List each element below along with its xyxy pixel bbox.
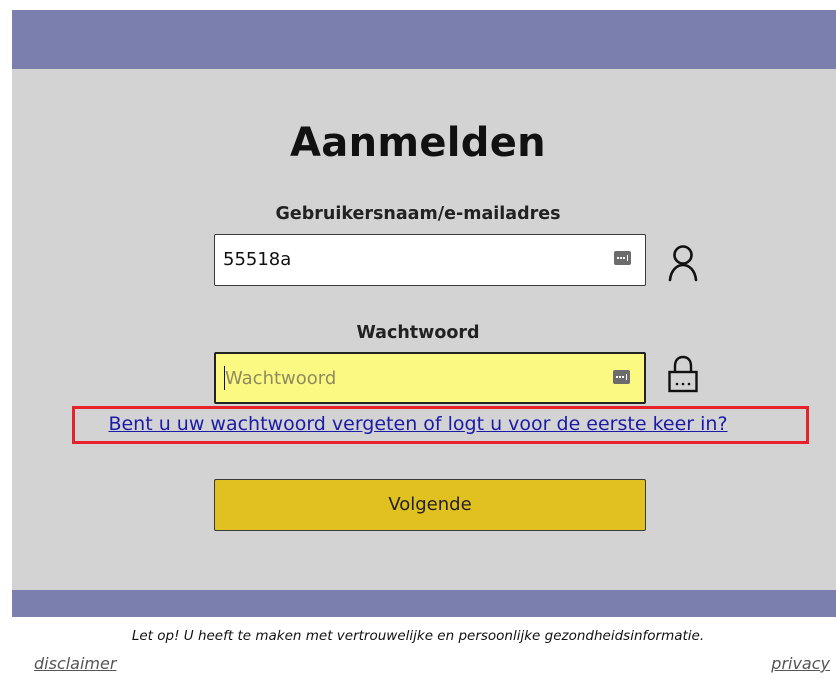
- username-label: Gebruikersnaam/e-mailadres: [275, 204, 561, 224]
- password-manager-icon[interactable]: [613, 370, 630, 384]
- privacy-link[interactable]: privacy: [771, 654, 830, 673]
- next-button[interactable]: Volgende: [214, 479, 646, 531]
- text-cursor: [224, 366, 225, 390]
- user-icon: [668, 245, 698, 282]
- password-manager-icon[interactable]: [614, 251, 631, 265]
- username-value: 55518a: [223, 249, 292, 270]
- lock-icon: [668, 355, 698, 393]
- password-label: Wachtwoord: [356, 323, 480, 343]
- disclaimer-link[interactable]: disclaimer: [34, 654, 116, 673]
- password-placeholder: Wachtwoord: [225, 368, 337, 389]
- privacy-notice: Let op! U heeft te maken met vertrouweli…: [131, 628, 705, 644]
- page-title: Aanmelden: [290, 120, 546, 166]
- header-bar: [12, 10, 836, 69]
- footer-bar: [12, 590, 836, 617]
- username-field[interactable]: 55518a: [214, 234, 646, 286]
- password-field[interactable]: Wachtwoord: [214, 352, 646, 404]
- forgot-password-link[interactable]: Bent u uw wachtwoord vergeten of logt u …: [0, 413, 836, 435]
